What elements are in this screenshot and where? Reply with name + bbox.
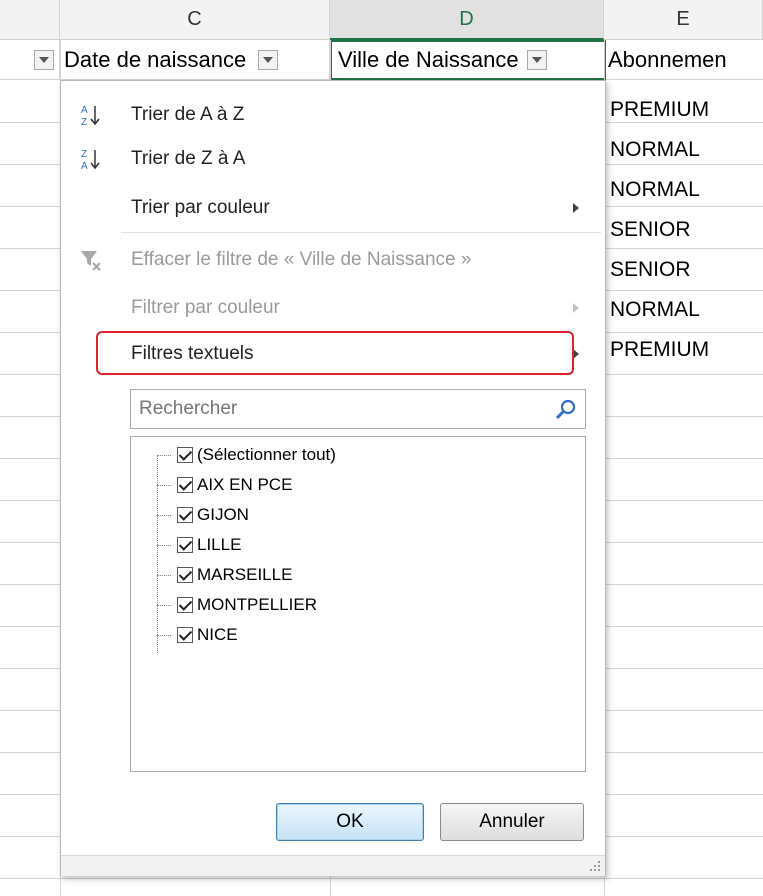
header-cell-e[interactable]: Abonnemen <box>606 40 763 80</box>
menu-sort-a-z-label: Trier de A à Z <box>131 104 245 125</box>
list-item-label: NICE <box>197 625 238 644</box>
tree-connector <box>157 635 171 636</box>
checkbox[interactable] <box>177 567 193 583</box>
cell-e4[interactable]: NORMAL <box>606 170 700 210</box>
list-item-select-all[interactable]: (Sélectionner tout) <box>177 443 336 467</box>
list-item[interactable]: NICE <box>177 623 238 647</box>
cell-e7[interactable]: NORMAL <box>606 290 700 330</box>
filter-values-list[interactable]: (Sélectionner tout) AIX EN PCE GIJON LIL… <box>130 436 586 772</box>
menu-sort-by-color-label: Trier par couleur <box>131 197 270 218</box>
menu-separator <box>121 232 601 233</box>
search-icon[interactable] <box>555 399 577 421</box>
checkbox[interactable] <box>177 477 193 493</box>
list-item[interactable]: MONTPELLIER <box>177 593 317 617</box>
header-date-label: Date de naissance <box>64 46 247 72</box>
list-item[interactable]: MARSEILLE <box>177 563 292 587</box>
tree-connector <box>157 515 171 516</box>
search-box[interactable] <box>130 389 586 429</box>
menu-clear-filter[interactable]: Effacer le filtre de « Ville de Naissanc… <box>61 238 605 282</box>
header-cell-d[interactable]: Ville de Naissance <box>330 40 606 80</box>
list-item[interactable]: AIX EN PCE <box>177 473 292 497</box>
sort-descending-icon: Z A <box>81 149 100 171</box>
menu-clear-filter-label: Effacer le filtre de « Ville de Naissanc… <box>131 249 472 270</box>
sort-ascending-icon: A Z <box>81 105 100 127</box>
menu-sort-z-a[interactable]: Z A Trier de Z à A <box>61 137 605 181</box>
list-item-label: MONTPELLIER <box>197 595 317 614</box>
header-cell-c[interactable]: Date de naissance <box>60 40 330 80</box>
list-item[interactable]: LILLE <box>177 533 241 557</box>
cancel-button[interactable]: Annuler <box>440 803 584 841</box>
svg-text:Z: Z <box>81 149 87 160</box>
tree-connector <box>157 545 171 546</box>
menu-resize-bar <box>61 855 605 876</box>
checkbox[interactable] <box>177 507 193 523</box>
menu-sort-by-color[interactable]: Trier par couleur <box>61 186 605 230</box>
header-cell-b <box>0 40 60 80</box>
grid-line <box>0 878 763 879</box>
list-item-label: (Sélectionner tout) <box>197 445 336 464</box>
text-filters-highlight-box <box>96 331 574 375</box>
tree-connector <box>157 455 171 456</box>
cell-e5[interactable]: SENIOR <box>606 210 691 250</box>
list-item-label: AIX EN PCE <box>197 475 293 494</box>
cell-e8[interactable]: PREMIUM <box>606 330 709 370</box>
column-header-e[interactable]: E <box>604 0 763 40</box>
header-ville-label: Ville de Naissance <box>338 47 519 72</box>
tree-connector <box>157 485 171 486</box>
svg-text:Z: Z <box>81 117 87 127</box>
resize-grip-icon[interactable] <box>589 860 601 872</box>
filter-dropdown-button-c[interactable] <box>258 49 279 70</box>
svg-text:A: A <box>81 161 88 171</box>
menu-filter-by-color-label: Filtrer par couleur <box>131 297 280 318</box>
tree-connector <box>157 575 171 576</box>
list-item-label: MARSEILLE <box>197 565 293 584</box>
list-item-label: LILLE <box>197 535 242 554</box>
checkbox[interactable] <box>177 597 193 613</box>
column-header-c[interactable]: C <box>60 0 330 40</box>
checkbox-select-all[interactable] <box>177 447 193 463</box>
menu-sort-z-a-label: Trier de Z à A <box>131 148 246 169</box>
cell-e3[interactable]: NORMAL <box>606 130 700 170</box>
submenu-arrow-icon <box>573 303 579 313</box>
search-input[interactable] <box>137 397 521 421</box>
filter-dropdown-button-d[interactable] <box>526 50 547 70</box>
checkbox[interactable] <box>177 627 193 643</box>
list-item[interactable]: GIJON <box>177 503 249 527</box>
list-item-label: GIJON <box>197 505 249 524</box>
row-header-corner <box>0 0 60 40</box>
column-header-d[interactable]: D <box>330 0 604 40</box>
cell-e2[interactable]: PREMIUM <box>606 90 709 130</box>
cell-e6[interactable]: SENIOR <box>606 250 691 290</box>
checkbox[interactable] <box>177 537 193 553</box>
svg-text:A: A <box>81 105 88 116</box>
filter-dropdown-button-b[interactable] <box>34 49 54 70</box>
tree-connector <box>157 605 171 606</box>
clear-filter-icon <box>81 251 101 271</box>
submenu-arrow-icon <box>573 203 579 213</box>
menu-filter-by-color[interactable]: Filtrer par couleur <box>61 286 605 330</box>
header-abonnement-label: Abonnemen <box>608 46 727 72</box>
ok-button[interactable]: OK <box>276 803 424 841</box>
menu-sort-a-z[interactable]: A Z Trier de A à Z <box>61 93 605 137</box>
